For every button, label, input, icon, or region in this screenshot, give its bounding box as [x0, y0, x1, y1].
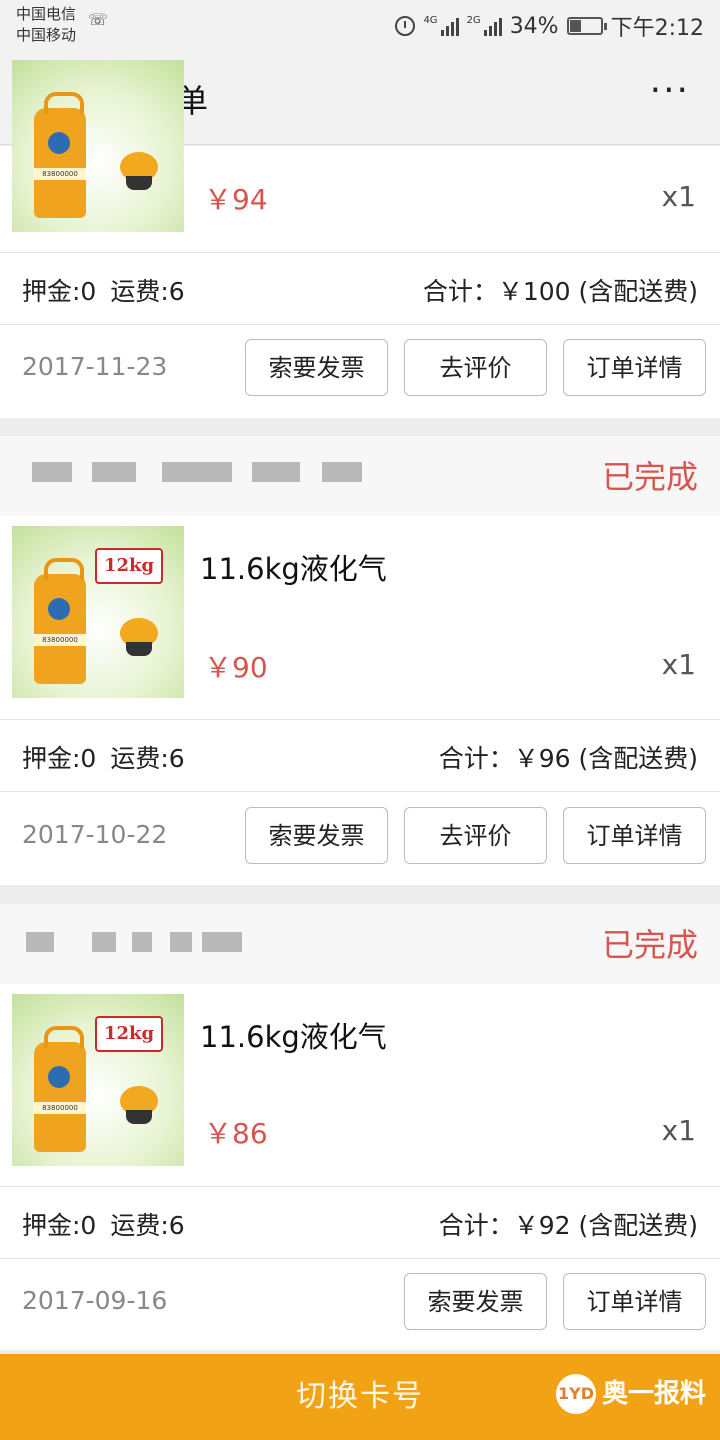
deposit-label: 押金:0: [22, 277, 97, 306]
request-invoice-button[interactable]: 索要发票: [245, 339, 388, 396]
status-bar-right: 4G 2G 34% 下午2:12: [395, 10, 704, 42]
fee-summary: 押金:0 运费:6: [22, 739, 185, 775]
carrier-2: 中国移动: [16, 26, 77, 44]
signal-icon-2: 2G: [467, 16, 502, 36]
fee-summary: 押金:0 运费:6: [22, 272, 185, 308]
order-card: 83800000 ￥94 x1 押金:0 运费:6 合计：￥100 (含配送费) …: [0, 60, 720, 418]
product-quantity: x1: [661, 648, 696, 681]
product-price: ￥94: [204, 183, 268, 216]
order-total: 合计：￥100 (含配送费): [422, 277, 698, 306]
product-quantity: x1: [661, 180, 696, 213]
kg-tag: 12kg: [95, 1016, 163, 1052]
watermark-logo: 1YD: [555, 1374, 596, 1414]
shipping-label: 运费:6: [110, 1211, 185, 1240]
review-button[interactable]: 去评价: [404, 339, 547, 396]
bottom-bar: 切换卡号 1YD 奥一报料: [0, 1354, 720, 1440]
order-date: 2017-10-22: [22, 820, 168, 849]
order-details-button[interactable]: 订单详情: [563, 1273, 706, 1330]
product-name: 11.6kg液化气: [200, 552, 387, 586]
order-details-button[interactable]: 订单详情: [563, 807, 706, 864]
missed-call-icon: ☏: [88, 10, 109, 29]
product-quantity: x1: [661, 1114, 696, 1147]
alarm-icon: [395, 16, 416, 36]
product-image: 83800000: [12, 60, 184, 232]
request-invoice-button[interactable]: 索要发票: [404, 1273, 547, 1330]
order-total: 合计：￥92 (含配送费): [438, 1211, 698, 1240]
product-price: ￥90: [204, 651, 268, 684]
order-card: 已完成 83800000 12kg 11.6kg液化气 ￥90 x1 押金:0 运…: [0, 436, 720, 885]
more-icon[interactable]: ···: [650, 70, 690, 111]
review-button[interactable]: 去评价: [404, 807, 547, 864]
battery-percent: 34%: [509, 13, 559, 39]
product-image: 83800000 12kg: [12, 526, 184, 698]
battery-icon: [566, 17, 607, 35]
deposit-label: 押金:0: [22, 1211, 97, 1240]
product-image: 83800000 12kg: [12, 994, 184, 1166]
masked-order-id: [22, 456, 382, 486]
order-card: 已完成 83800000 12kg 11.6kg液化气 ￥86 x1 押金:0 运…: [0, 904, 720, 1350]
watermark-text: 奥一报料: [601, 1379, 706, 1409]
order-details-button[interactable]: 订单详情: [563, 339, 706, 396]
watermark: 1YD 奥一报料: [555, 1374, 706, 1414]
clock: 下午2:12: [610, 16, 704, 41]
signal-2-label: 2G: [466, 15, 481, 26]
kg-tag: 12kg: [95, 548, 163, 584]
shipping-label: 运费:6: [110, 744, 185, 773]
masked-order-id: [22, 926, 262, 956]
order-date: 2017-09-16: [22, 1286, 168, 1315]
status-bar: 中国电信 中国移动 ☏ 4G 2G 34% 下午2:12: [0, 0, 720, 50]
order-status: 已完成: [601, 926, 698, 964]
product-name: 11.6kg液化气: [200, 1020, 387, 1054]
signal-icon: 4G: [423, 15, 459, 36]
carrier-1: 中国电信: [16, 5, 77, 23]
deposit-label: 押金:0: [22, 744, 97, 773]
product-price: ￥86: [204, 1117, 268, 1150]
carrier-labels: 中国电信 中国移动: [16, 4, 76, 46]
request-invoice-button[interactable]: 索要发票: [245, 807, 388, 864]
order-status: 已完成: [601, 458, 698, 496]
signal-1-label: 4G: [423, 15, 438, 26]
order-total: 合计：￥96 (含配送费): [438, 744, 698, 773]
fee-summary: 押金:0 运费:6: [22, 1206, 185, 1242]
order-date: 2017-11-23: [22, 352, 168, 381]
shipping-label: 运费:6: [110, 277, 185, 306]
